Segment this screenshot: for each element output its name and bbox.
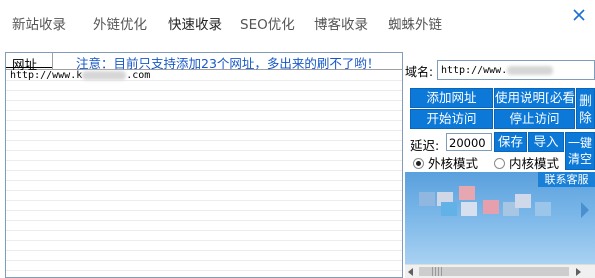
list-item-url[interactable]: http://www.k .com: [10, 70, 150, 81]
table-row: [6, 231, 402, 241]
table-row: [6, 251, 402, 261]
url-list[interactable]: 网址 注意：目前只支持添加23个网址，多出来的刷不了哟！ http://www.…: [5, 52, 403, 278]
arrow-right-icon[interactable]: [581, 202, 589, 218]
contact-support-button[interactable]: 联系客服: [538, 172, 595, 187]
table-row: [6, 221, 402, 231]
scrollbar-grip-icon: [432, 267, 442, 276]
list-header: 网址 注意：目前只支持添加23个网址，多出来的刷不了哟！: [6, 53, 402, 72]
help-button[interactable]: 使用说明[必看]: [494, 88, 580, 108]
table-row: [6, 191, 402, 201]
tab-spider-backlinks[interactable]: 蜘蛛外链: [388, 13, 442, 33]
tab-blog-indexing[interactable]: 博客收录: [314, 13, 368, 33]
delay-input[interactable]: [446, 133, 492, 151]
radio-unselected-icon: [494, 158, 505, 169]
domain-input[interactable]: http://www.: [437, 60, 595, 80]
save-button[interactable]: 保存: [494, 132, 527, 152]
table-row: [6, 161, 402, 171]
tab-bar: 新站收录 外链优化 快速收录 SEO优化 博客收录 蜘蛛外链: [0, 0, 595, 44]
close-icon[interactable]: [570, 6, 588, 24]
internal-mode-radio[interactable]: 内核模式: [494, 153, 559, 171]
domain-label: 域名:: [405, 65, 434, 79]
table-row: [6, 91, 402, 101]
redacted-text: [507, 65, 554, 75]
tab-backlink-optimization[interactable]: 外链优化: [93, 13, 147, 33]
ad-graphic: [441, 202, 457, 216]
table-row: [6, 81, 402, 91]
delay-label: 延迟:: [410, 138, 440, 153]
redacted-text: [82, 70, 127, 80]
import-button[interactable]: 导入: [528, 132, 564, 152]
radio-selected-icon: [413, 158, 424, 169]
external-mode-radio[interactable]: 外核模式: [413, 153, 478, 171]
column-header-underline: [6, 67, 52, 68]
app-window: 新站收录 外链优化 快速收录 SEO优化 博客收录 蜘蛛外链 网址 注意：目前只…: [0, 0, 595, 278]
tab-seo-optimization[interactable]: SEO优化: [240, 13, 295, 33]
scroll-right-icon[interactable]: [576, 268, 581, 276]
table-row: [6, 211, 402, 221]
ad-graphic: [483, 200, 499, 214]
table-row: [6, 101, 402, 111]
table-row: [6, 121, 402, 131]
ad-graphic: [419, 192, 435, 206]
delete-button[interactable]: 删除: [576, 88, 595, 129]
tab-fast-indexing[interactable]: 快速收录: [168, 13, 222, 33]
table-row: [6, 131, 402, 141]
ad-graphic: [459, 186, 475, 200]
table-row: [6, 141, 402, 151]
table-row: [6, 171, 402, 181]
add-url-button[interactable]: 添加网址: [410, 88, 493, 108]
tab-new-site-indexing[interactable]: 新站收录: [12, 13, 66, 33]
clear-all-button[interactable]: 一键清空: [565, 132, 595, 170]
scroll-left-icon[interactable]: [408, 268, 413, 276]
ad-graphic: [535, 202, 551, 216]
column-divider[interactable]: [52, 53, 53, 70]
table-row: [6, 111, 402, 121]
ad-graphic: [515, 194, 531, 208]
table-row: [6, 261, 402, 271]
ad-graphic: [461, 202, 477, 216]
horizontal-scrollbar[interactable]: [405, 264, 595, 278]
table-row: [6, 201, 402, 211]
start-visit-button[interactable]: 开始访问: [410, 109, 493, 129]
ad-banner[interactable]: 联系客服: [405, 172, 595, 264]
table-row: [6, 241, 402, 251]
table-row: [6, 181, 402, 191]
table-row: [6, 151, 402, 161]
stop-visit-button[interactable]: 停止访问: [494, 109, 575, 129]
